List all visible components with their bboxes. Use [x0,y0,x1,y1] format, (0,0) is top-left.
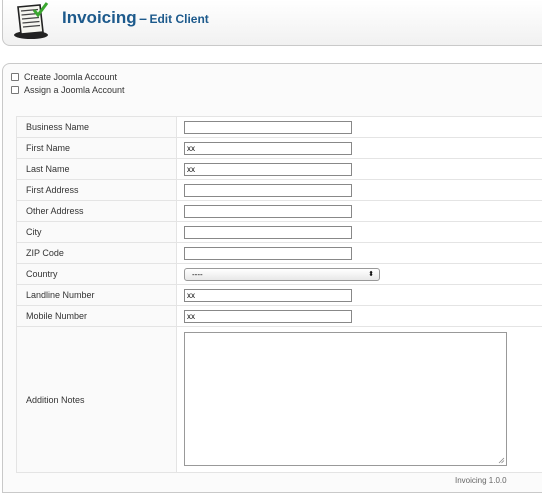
form-row-business-name: Business Name [17,117,542,138]
form-row-other-address: Other Address [17,201,542,222]
landline-number-label: Landline Number [17,285,177,306]
first-name-label: First Name [17,138,177,159]
mobile-number-label: Mobile Number [17,306,177,327]
country-label: Country [17,264,177,285]
last-name-label: Last Name [17,159,177,180]
form-row-first-address: First Address [17,180,542,201]
updown-arrows-icon: ⬍ [368,269,374,280]
addition-notes-textarea[interactable] [184,332,507,466]
form-row-last-name: Last Name xx [17,159,542,180]
title-separator: – [139,10,147,26]
mobile-number-field[interactable]: xx [184,310,352,323]
client-form-table: Business Name First Name xx Last Name xx… [16,116,542,473]
page-title: Invoicing – Edit Client [62,8,209,28]
page-header: Invoicing – Edit Client [2,0,542,46]
other-address-label: Other Address [17,201,177,222]
business-name-field[interactable] [184,121,352,134]
first-address-label: First Address [17,180,177,201]
form-row-landline: Landline Number xx [17,285,542,306]
country-selected-value: ---- [192,270,203,279]
business-name-label: Business Name [17,117,177,138]
landline-number-field[interactable]: xx [184,289,352,302]
first-address-field[interactable] [184,184,352,197]
create-joomla-account-checkbox[interactable] [11,73,19,81]
form-row-first-name: First Name xx [17,138,542,159]
last-name-field[interactable]: xx [184,163,352,176]
form-row-zip-code: ZIP Code [17,243,542,264]
create-joomla-account-label: Create Joomla Account [24,72,117,82]
addition-notes-label: Addition Notes [17,327,177,473]
country-select[interactable]: ---- ⬍ [184,268,380,281]
first-name-field[interactable]: xx [184,142,352,155]
app-name: Invoicing [62,8,137,27]
invoice-document-icon [12,2,50,40]
create-joomla-account-option[interactable]: Create Joomla Account [11,72,117,82]
form-row-country: Country ---- ⬍ [17,264,542,285]
version-text: Invoicing 1.0.0 [455,476,507,485]
assign-joomla-account-checkbox[interactable] [11,86,19,94]
form-row-city: City [17,222,542,243]
assign-joomla-account-label: Assign a Joomla Account [24,85,125,95]
zip-code-label: ZIP Code [17,243,177,264]
zip-code-field[interactable] [184,247,352,260]
other-address-field[interactable] [184,205,352,218]
form-row-mobile: Mobile Number xx [17,306,542,327]
resize-grip-icon[interactable] [498,457,505,464]
assign-joomla-account-option[interactable]: Assign a Joomla Account [11,85,125,95]
form-row-notes: Addition Notes [17,327,542,473]
city-field[interactable] [184,226,352,239]
page-subtitle: Edit Client [149,12,208,26]
city-label: City [17,222,177,243]
